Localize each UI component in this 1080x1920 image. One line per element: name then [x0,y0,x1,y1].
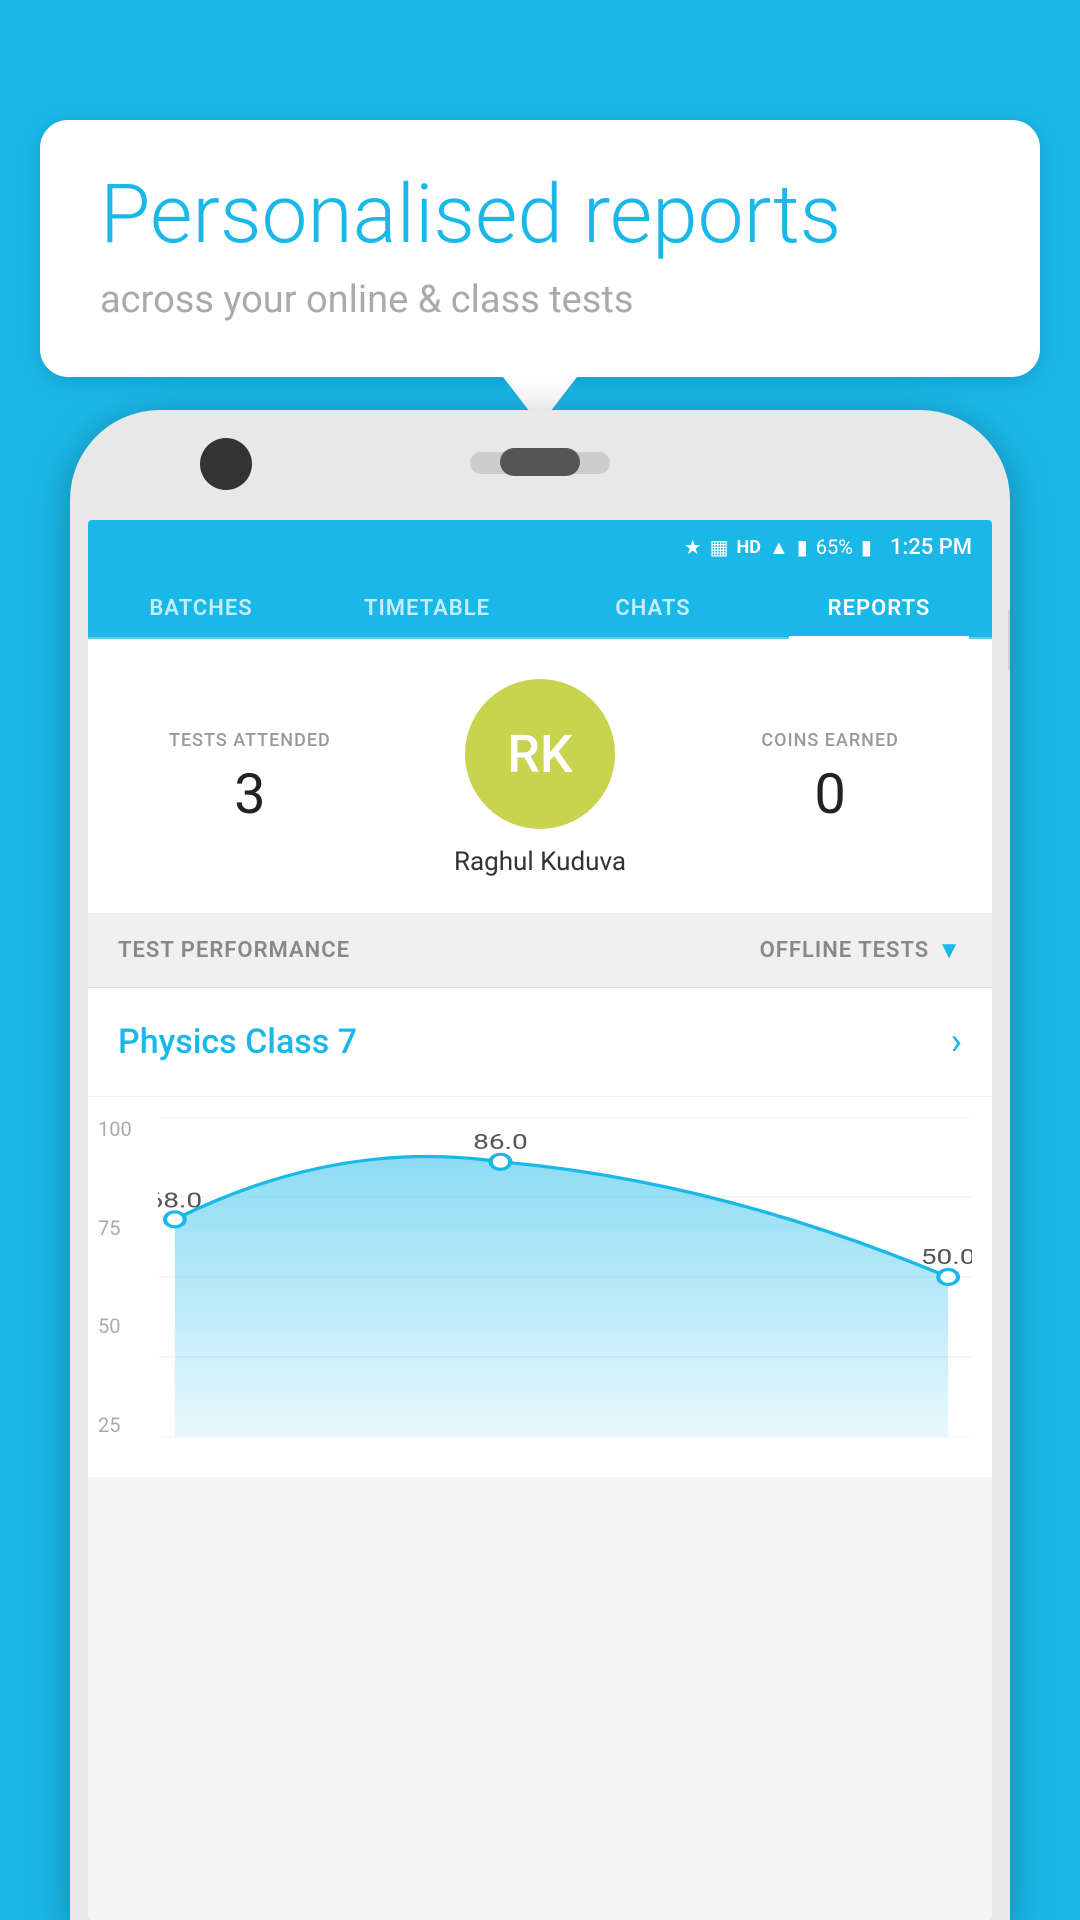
tab-reports[interactable]: REPORTS [766,574,992,637]
user-name: Raghul Kuduva [454,847,626,877]
perf-label: TEST PERFORMANCE [118,938,350,963]
tab-bar: BATCHES TIMETABLE CHATS REPORTS [88,574,992,639]
phone-camera [200,438,252,490]
tab-chats[interactable]: CHATS [540,574,766,637]
tab-timetable[interactable]: TIMETABLE [314,574,540,637]
data-point-3 [938,1270,958,1285]
chart-label-2: 86.0 [473,1130,528,1155]
data-point-2 [491,1154,511,1169]
phone-home-button [500,448,580,476]
speech-bubble: Personalised reports across your online … [40,120,1040,377]
chevron-right-icon: › [951,1020,962,1064]
y-label-75: 75 [98,1216,132,1240]
coins-earned-label: COINS EARNED [698,730,962,751]
coins-earned-block: COINS EARNED 0 [698,730,962,827]
data-point-1 [165,1212,185,1227]
status-bar: ★ ▦ HD ▲ ▮ 65% ▮ 1:25 PM [88,520,992,574]
phone-screen: ★ ▦ HD ▲ ▮ 65% ▮ 1:25 PM BATCHES TIMETAB… [88,520,992,1920]
bubble-subtitle: across your online & class tests [100,278,980,322]
phone-frame: ★ ▦ HD ▲ ▮ 65% ▮ 1:25 PM BATCHES TIMETAB… [70,410,1010,1920]
wifi-icon: ▲ [769,535,789,560]
status-icons: ★ ▦ HD ▲ ▮ 65% ▮ [684,535,872,560]
class-row[interactable]: Physics Class 7 › [88,988,992,1097]
avatar-block: RK Raghul Kuduva [382,679,699,877]
coins-earned-value: 0 [698,761,962,827]
vibrate-icon: ▦ [710,535,729,559]
y-label-25: 25 [98,1413,132,1437]
tests-attended-label: TESTS ATTENDED [118,730,382,751]
battery-icon: ▮ [861,535,872,559]
battery-percent: 65% [816,535,853,559]
offline-tests-button[interactable]: OFFLINE TESTS ▼ [760,936,962,965]
phone-side-button [1008,610,1010,670]
y-label-50: 50 [98,1314,132,1338]
y-label-100: 100 [98,1117,132,1141]
hd-icon: HD [737,537,761,558]
chart-label-1: 68.0 [158,1189,202,1214]
class-name: Physics Class 7 [118,1022,357,1062]
chart-svg-container: 68.0 86.0 50.0 [158,1117,972,1441]
avatar-initials: RK [507,724,573,785]
chart-y-labels: 100 75 50 25 [98,1117,132,1437]
chart-area-fill [175,1157,948,1437]
user-card: TESTS ATTENDED 3 RK Raghul Kuduva COINS … [88,639,992,914]
chart-label-3: 50.0 [921,1245,972,1270]
status-time: 1:25 PM [890,535,972,560]
signal-icon: ▮ [797,535,808,559]
tests-attended-block: TESTS ATTENDED 3 [118,730,382,827]
tab-batches[interactable]: BATCHES [88,574,314,637]
chart-area: 100 75 50 25 [88,1097,992,1477]
tests-attended-value: 3 [118,761,382,827]
offline-tests-label: OFFLINE TESTS [760,938,930,963]
avatar: RK [465,679,615,829]
line-chart: 68.0 86.0 50.0 [158,1117,972,1437]
performance-header: TEST PERFORMANCE OFFLINE TESTS ▼ [88,914,992,988]
chevron-down-icon: ▼ [937,936,962,965]
bluetooth-icon: ★ [684,535,702,559]
bubble-title: Personalised reports [100,170,980,260]
